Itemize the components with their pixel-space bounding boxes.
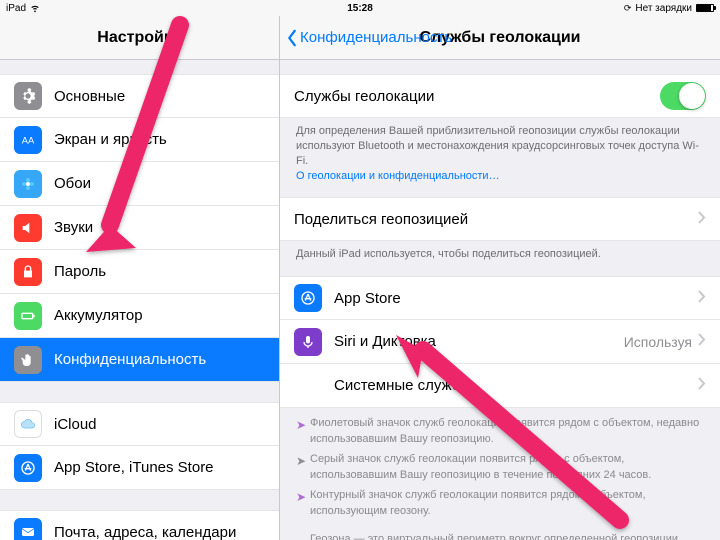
detail-pane: Конфиденциальность Службы геолокации Слу… xyxy=(280,16,720,540)
charging-label: Нет зарядки xyxy=(635,3,692,14)
sidebar-item-battery[interactable]: Аккумулятор xyxy=(0,294,279,338)
appstore-icon xyxy=(294,284,322,312)
battery-icon xyxy=(696,4,714,12)
chevron-right-icon xyxy=(698,377,706,394)
status-bar: iPad 15:28 ⟳ Нет зарядки xyxy=(0,0,720,16)
sidebar-navbar: Настройки xyxy=(0,16,279,60)
switch-on[interactable] xyxy=(660,82,706,110)
sidebar-item-label: Экран и яркость xyxy=(54,131,265,148)
flower-icon xyxy=(14,170,42,198)
battery-icon xyxy=(14,302,42,330)
sync-icon: ⟳ xyxy=(624,3,632,14)
mic-icon xyxy=(294,328,322,356)
clock: 15:28 xyxy=(347,3,373,14)
svg-text:AA: AA xyxy=(22,135,35,145)
app-cell-mic[interactable]: Siri и ДиктовкаИспользуя xyxy=(280,320,720,364)
app-label: Siri и Диктовка xyxy=(334,333,624,350)
sidebar-item-label: Звуки xyxy=(54,219,265,236)
share-location-cell[interactable]: Поделиться геопозицией xyxy=(280,197,720,241)
location-services-toggle-cell[interactable]: Службы геолокации xyxy=(280,74,720,118)
about-location-link[interactable]: О геолокации и конфиденциальности… xyxy=(296,170,500,182)
appstore-icon xyxy=(14,454,42,482)
sidebar-item-label: Пароль xyxy=(54,263,265,280)
sidebar-item-brightness[interactable]: AA Экран и яркость xyxy=(0,118,279,162)
sidebar-item-label: Почта, адреса, календари xyxy=(54,524,265,540)
sidebar-item-hand[interactable]: Конфиденциальность xyxy=(0,338,279,382)
back-label: Конфиденциальность xyxy=(300,29,452,46)
brightness-icon: AA xyxy=(14,126,42,154)
sidebar-item-label: Аккумулятор xyxy=(54,307,265,324)
sidebar-title: Настройки xyxy=(97,29,181,47)
chevron-right-icon xyxy=(698,333,706,350)
mail-icon xyxy=(14,518,42,540)
chevron-right-icon xyxy=(698,211,706,228)
share-label: Поделиться геопозицией xyxy=(294,211,698,228)
detail-scroll[interactable]: Службы геолокации Для определения Вашей … xyxy=(280,60,720,540)
app-label: Системные службы xyxy=(334,377,698,394)
sidebar-item-label: Основные xyxy=(54,88,265,105)
sidebar-item-gear[interactable]: Основные xyxy=(0,74,279,118)
sidebar-item-lock[interactable]: Пароль xyxy=(0,250,279,294)
geozone-note: Геозона — это виртуальный периметр вокру… xyxy=(280,524,720,540)
lock-icon xyxy=(14,258,42,286)
sidebar-item-label: App Store, iTunes Store xyxy=(54,459,265,476)
location-note: Для определения Вашей приблизительной ге… xyxy=(280,118,720,183)
detail-navbar: Конфиденциальность Службы геолокации xyxy=(280,16,720,60)
back-button[interactable]: Конфиденциальность xyxy=(286,29,452,47)
sidebar-item-label: Обои xyxy=(54,175,265,192)
sidebar-item-label: Конфиденциальность xyxy=(54,351,265,368)
app-status: Используя xyxy=(624,334,692,350)
sidebar-item-label: iCloud xyxy=(54,416,265,433)
chevron-left-icon xyxy=(286,29,298,47)
gear-icon xyxy=(14,82,42,110)
sidebar: Настройки Основные AA Экран и яркость Обои З… xyxy=(0,16,280,540)
sidebar-list[interactable]: Основные AA Экран и яркость Обои Звуки Пароль… xyxy=(0,60,279,540)
chevron-right-icon xyxy=(698,290,706,307)
sidebar-item-appstore[interactable]: App Store, iTunes Store xyxy=(0,446,279,490)
wifi-icon xyxy=(30,3,40,13)
legend: ➤Фиолетовый значок служб геолокации появ… xyxy=(280,408,720,520)
sidebar-item-mail[interactable]: Почта, адреса, календари xyxy=(0,510,279,540)
sidebar-item-flower[interactable]: Обои xyxy=(0,162,279,206)
location-services-label: Службы геолокации xyxy=(294,88,660,105)
app-label: App Store xyxy=(334,290,698,307)
sidebar-item-speaker[interactable]: Звуки xyxy=(0,206,279,250)
device-label: iPad xyxy=(6,3,26,14)
app-cell-appstore[interactable]: App Store xyxy=(280,276,720,320)
cloud-icon xyxy=(14,410,42,438)
sidebar-item-cloud[interactable]: iCloud xyxy=(0,402,279,446)
app-cell-system[interactable]: Системные службы xyxy=(280,364,720,408)
share-note: Данный iPad используется, чтобы поделить… xyxy=(280,241,720,262)
hand-icon xyxy=(14,346,42,374)
speaker-icon xyxy=(14,214,42,242)
